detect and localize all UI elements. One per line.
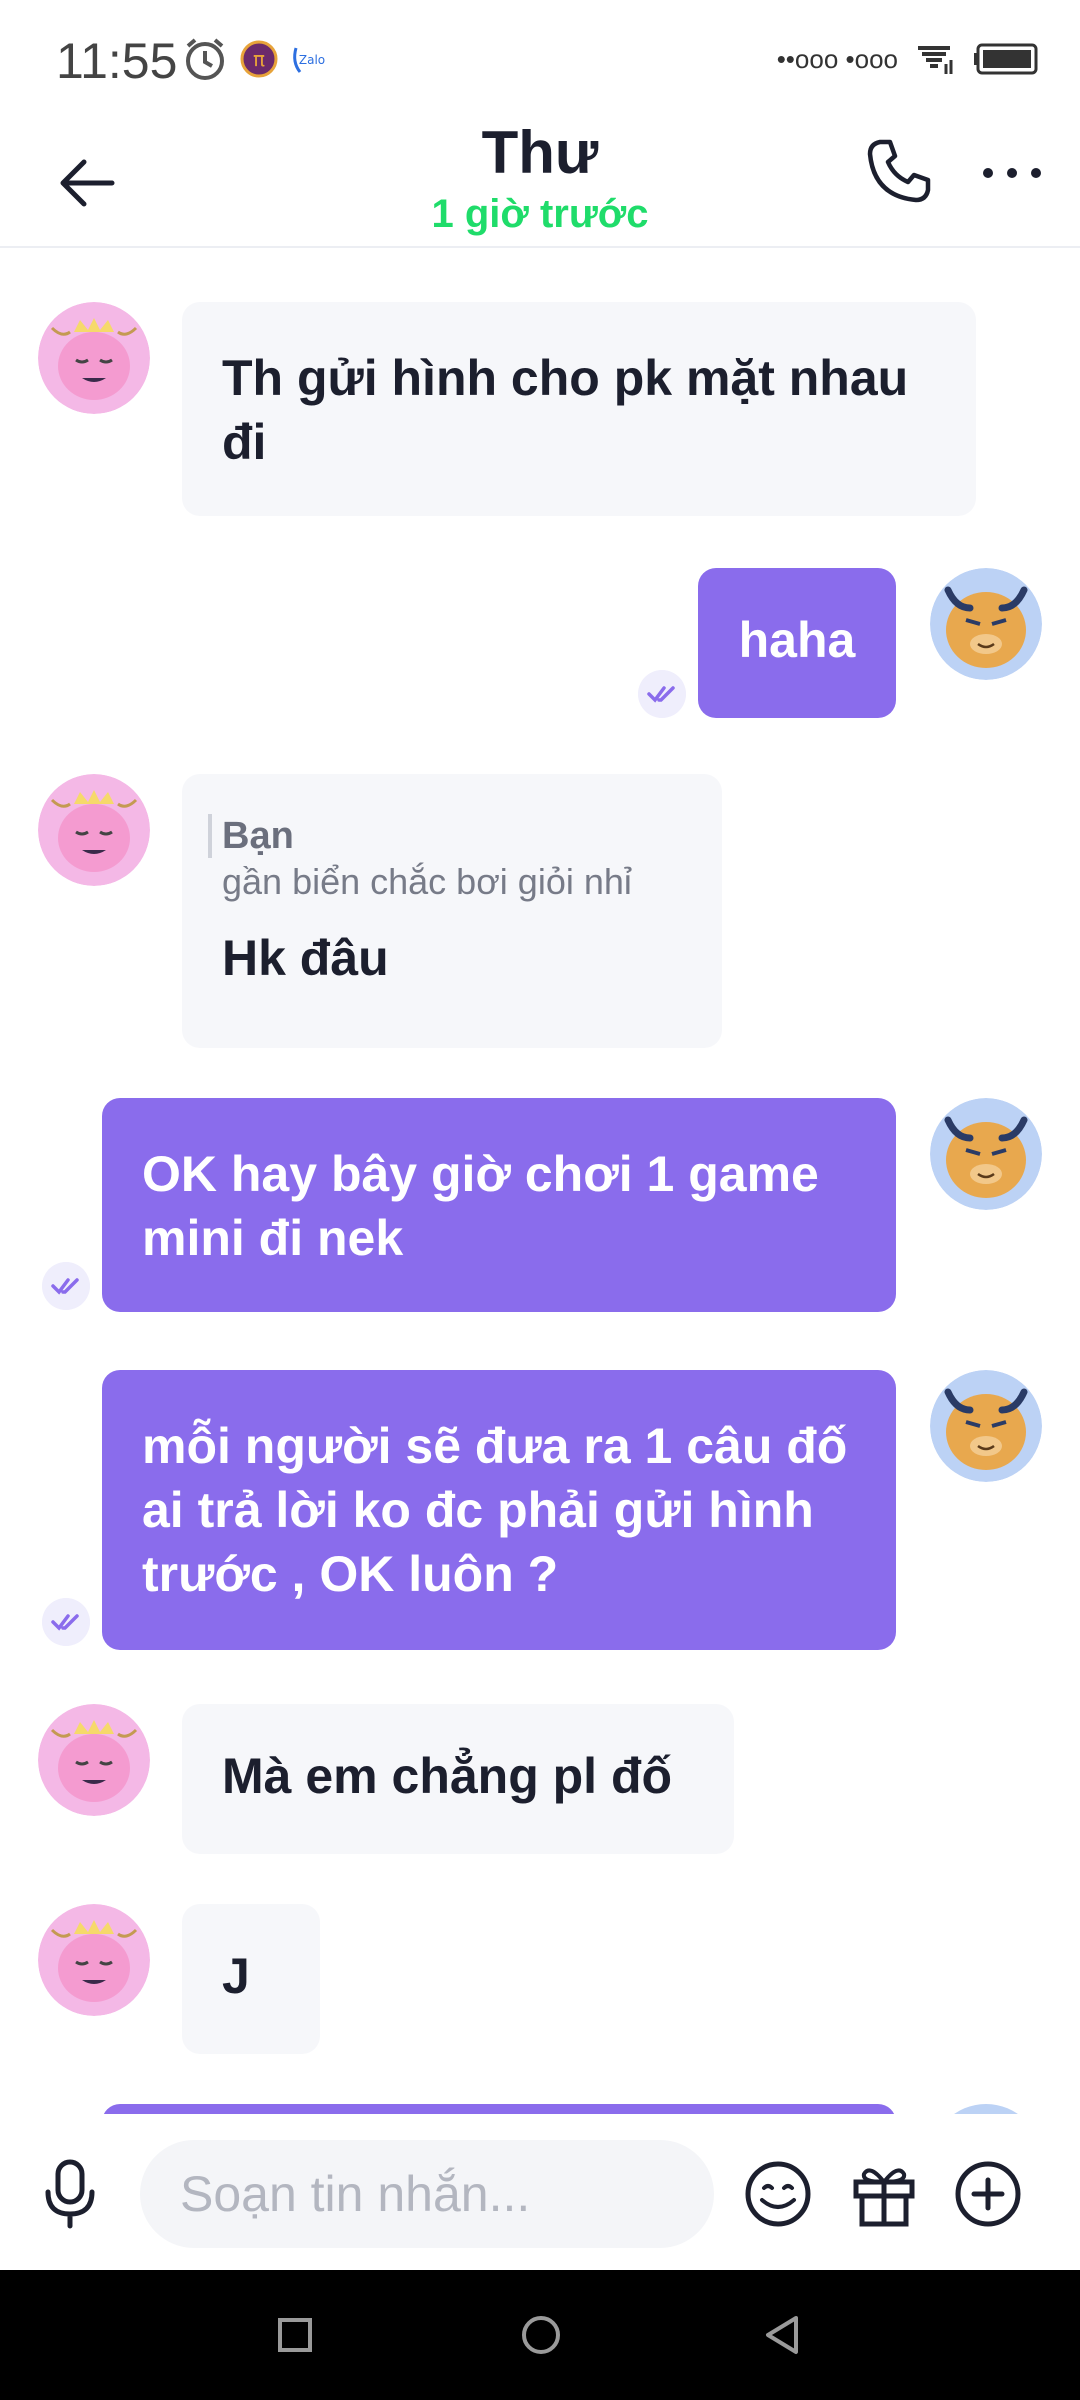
system-nav-bar	[0, 2270, 1080, 2400]
status-bar: 11:55 π Zalo ••ooo •ooo	[0, 0, 1080, 118]
contact-avatar[interactable]	[38, 1904, 150, 2016]
outgoing-message[interactable]: mỗi người sẽ đưa ra 1 câu đố ai trả lời …	[102, 1370, 896, 1650]
incoming-message[interactable]: Mà em chẳng pl đố	[182, 1704, 734, 1854]
seen-check-icon	[42, 1262, 90, 1310]
zalo-icon: Zalo	[293, 47, 325, 73]
status-right: ••ooo •ooo	[777, 42, 1040, 76]
seen-check-icon	[42, 1598, 90, 1646]
gift-icon[interactable]	[850, 2160, 918, 2228]
svg-text:Zalo: Zalo	[299, 53, 325, 67]
signal-indicators: ••ooo •ooo	[776, 43, 898, 74]
message-text: Hk đâu	[222, 930, 389, 986]
battery-icon	[974, 43, 1038, 75]
quoted-text: gần biển chắc bơi giỏi nhỉ	[222, 861, 632, 902]
alarm-icon	[186, 38, 224, 80]
incoming-reply-message[interactable]: Bạn gần biển chắc bơi giỏi nhỉ Hk đâu	[182, 774, 722, 1048]
message-composer: Soạn tin nhắn...	[0, 2116, 1080, 2270]
status-time: 11:55	[56, 33, 178, 89]
pi-app-icon: π	[240, 40, 278, 78]
plus-icon[interactable]	[954, 2160, 1022, 2228]
message-input[interactable]: Soạn tin nhắn...	[140, 2140, 714, 2248]
seen-check-icon	[638, 670, 686, 718]
contact-avatar[interactable]	[38, 774, 150, 886]
message-text: Th gửi hình cho pk mặt nhau đi	[222, 350, 909, 470]
svg-text:π: π	[253, 47, 265, 71]
chat-header: Thư 1 giờ trước	[0, 118, 1080, 248]
back-nav-icon[interactable]	[762, 2314, 802, 2356]
my-avatar[interactable]	[930, 1370, 1042, 1482]
contact-avatar[interactable]	[38, 1704, 150, 1816]
message-text: haha	[738, 612, 856, 668]
wifi-icon	[918, 46, 953, 74]
incoming-message[interactable]: Th gửi hình cho pk mặt nhau đi	[182, 302, 976, 516]
incoming-message[interactable]: J	[182, 1904, 320, 2054]
outgoing-message-partial[interactable]	[102, 2104, 896, 2114]
quoted-sender: Bạn	[208, 814, 682, 858]
phone-icon[interactable]	[864, 136, 934, 206]
message-text: Mà em chẳng pl đố	[222, 1748, 673, 1804]
recent-apps-icon[interactable]	[276, 2316, 314, 2354]
message-text: J	[222, 1948, 250, 2004]
my-avatar[interactable]	[930, 568, 1042, 680]
message-input-placeholder: Soạn tin nhắn...	[180, 2166, 531, 2222]
my-avatar-partial[interactable]	[930, 2104, 1042, 2114]
contact-avatar[interactable]	[38, 302, 150, 414]
more-icon[interactable]	[980, 148, 1044, 198]
emoji-icon[interactable]	[744, 2160, 812, 2228]
message-text: OK hay bây giờ chơi 1 game mini đi nek	[142, 1146, 819, 1266]
outgoing-message[interactable]: OK hay bây giờ chơi 1 game mini đi nek	[102, 1098, 896, 1312]
home-icon[interactable]	[520, 2314, 562, 2356]
my-avatar[interactable]	[930, 1098, 1042, 1210]
message-text: mỗi người sẽ đưa ra 1 câu đố ai trả lời …	[142, 1418, 848, 1602]
message-list[interactable]: Th gửi hình cho pk mặt nhau đi haha Bạn …	[0, 248, 1080, 2114]
outgoing-message[interactable]: haha	[698, 568, 896, 718]
microphone-icon[interactable]	[40, 2158, 100, 2230]
